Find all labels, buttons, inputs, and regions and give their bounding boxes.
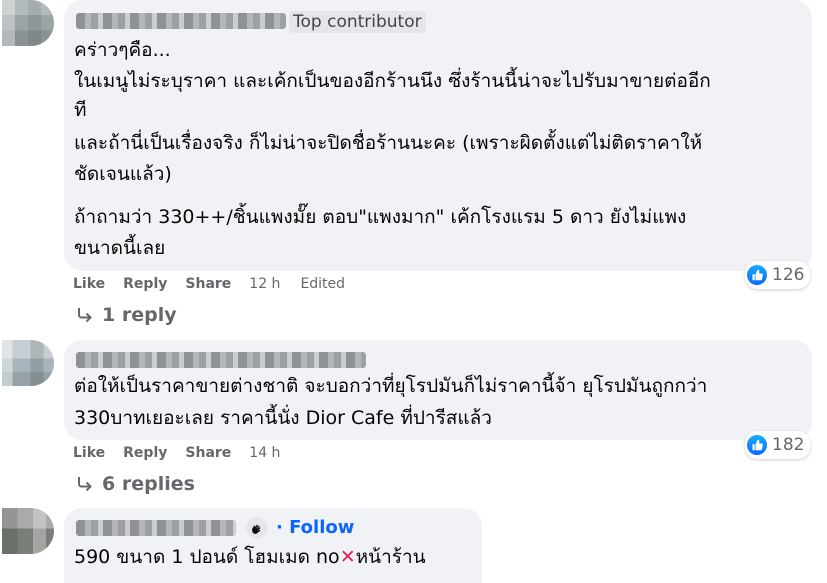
comment-text-line: ชัดเจนแล้ว): [74, 163, 172, 185]
replies-label: 1 reply: [102, 304, 177, 326]
comment-text-line: 590 ขนาด 1 ปอนด์ โฮมเมด no✕หน้าร้าน: [74, 543, 426, 572]
commenter-name-blurred[interactable]: [76, 13, 286, 29]
like-button[interactable]: Like: [73, 276, 105, 292]
avatar[interactable]: [2, 0, 54, 46]
commenter-name-blurred[interactable]: [76, 520, 236, 536]
replies-label: 6 replies: [102, 473, 195, 495]
follow-button[interactable]: · Follow: [276, 517, 354, 538]
avatar[interactable]: [2, 340, 54, 386]
edited-label: Edited: [300, 276, 346, 292]
like-reaction-icon: [747, 265, 767, 285]
comment-text-line: ขนาดนี้เลย: [74, 237, 166, 259]
share-button[interactable]: Share: [185, 445, 231, 461]
comment-text-line: ต่อให้เป็นราคาขายต่างชาติ จะบอกว่าที่ยุโ…: [74, 375, 708, 397]
reply-button[interactable]: Reply: [123, 276, 167, 292]
comment-actions: Like Reply Share 14 h: [73, 445, 300, 461]
comment-text-line: คร่าวๆคือ...: [74, 39, 171, 61]
share-button[interactable]: Share: [185, 276, 231, 292]
reply-arrow-icon: [78, 308, 92, 323]
reaction-count-value: 182: [772, 435, 805, 455]
reaction-count-value: 126: [772, 265, 805, 285]
timestamp[interactable]: 14 h: [249, 445, 280, 461]
reply-arrow-icon: [78, 477, 92, 492]
reaction-count[interactable]: 182: [745, 431, 811, 459]
commenter-name-blurred[interactable]: [76, 352, 366, 368]
comment-actions: Like Reply Share 12 h Edited: [73, 276, 365, 292]
new-member-wave-icon: [246, 517, 268, 539]
comment-text-line: ในเมนูไม่ระบุราคา และเค้กเป็นของอีกร้านน…: [74, 70, 711, 92]
view-replies-button[interactable]: 6 replies: [76, 473, 195, 495]
reply-button[interactable]: Reply: [123, 445, 167, 461]
timestamp[interactable]: 12 h: [249, 276, 280, 292]
comment-text-line: และถ้านี่เป็นเรื่องจริง ก็ไม่น่าจะปิดชื่…: [74, 132, 703, 154]
view-replies-button[interactable]: 1 reply: [76, 304, 177, 326]
like-button[interactable]: Like: [73, 445, 105, 461]
comment-text-line: ถ้าถามว่า 330++/ชิ้นแพงมั๊ย ตอบ"แพงมาก" …: [74, 206, 687, 228]
top-contributor-badge: Top contributor: [289, 11, 426, 33]
comment-text-before-cross: 590 ขนาด 1 ปอนด์ โฮมเมด no: [74, 546, 340, 568]
cross-mark-icon: ✕: [339, 546, 356, 568]
comment-text-line: ที: [74, 99, 87, 121]
comment-text-after-cross: หน้าร้าน: [355, 546, 426, 568]
comment-text-line: 330บาทเยอะเลย ราคานี้นั่ง Dior Cafe ที่ป…: [74, 407, 492, 429]
like-reaction-icon: [747, 435, 767, 455]
avatar[interactable]: [2, 508, 54, 554]
reaction-count[interactable]: 126: [745, 261, 811, 289]
